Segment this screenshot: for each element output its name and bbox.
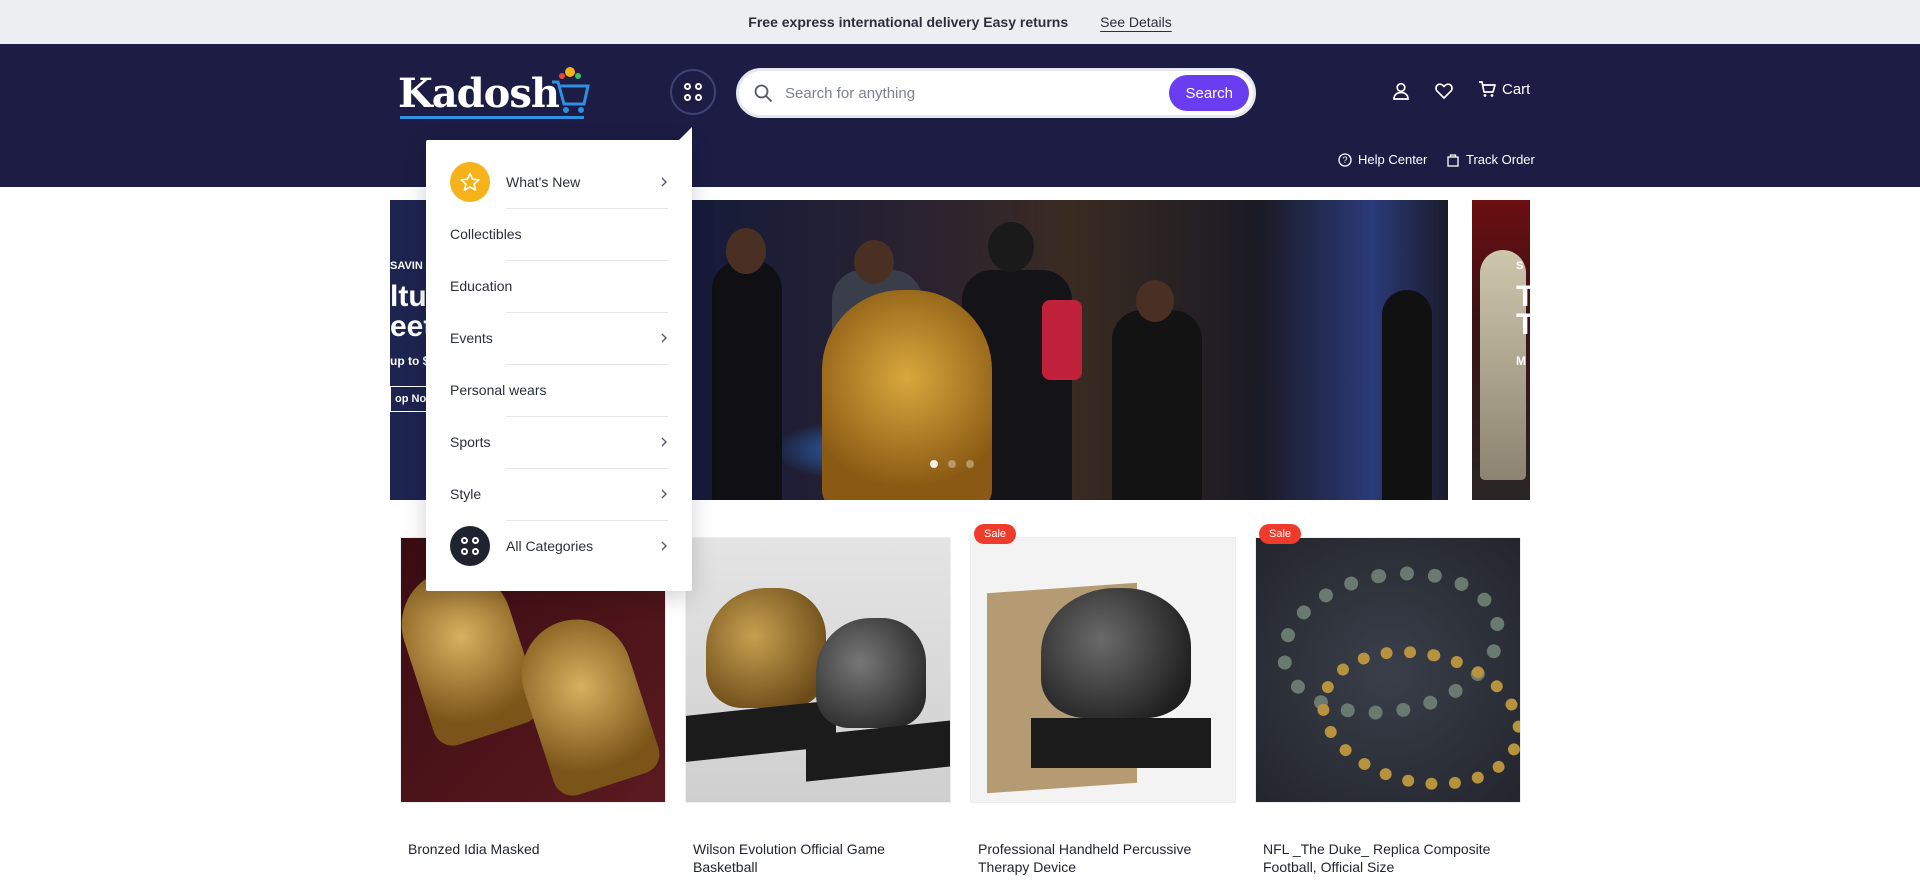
search-bar: Search xyxy=(736,68,1256,118)
sale-badge: Sale xyxy=(974,524,1017,544)
star-icon xyxy=(450,162,490,202)
carousel-dot[interactable] xyxy=(930,460,938,468)
menu-item-label: Personal wears xyxy=(450,382,547,398)
site-header: Kadosh Search Cart xyxy=(0,44,1920,187)
cart-link[interactable]: Cart xyxy=(1478,80,1530,98)
menu-item-label: All Categories xyxy=(506,538,594,554)
product-title[interactable]: Wilson Evolution Official Game Basketbal… xyxy=(685,840,951,876)
carousel-dot[interactable] xyxy=(966,460,974,468)
menu-item-label: Sports xyxy=(450,434,491,450)
hero-slide-next[interactable]: S T T M xyxy=(1472,200,1530,500)
hero-figure-head xyxy=(854,240,894,284)
menu-item-all-categories[interactable]: All Categories xyxy=(450,520,668,572)
menu-item-label: Education xyxy=(450,278,513,294)
product-card[interactable]: Sale NFL _The Duke_ Replica Composite Fo… xyxy=(1255,524,1521,876)
category-dropdown-menu: What's New Collectibles Education Events… xyxy=(426,127,692,591)
categories-menu-button[interactable] xyxy=(670,69,716,115)
chevron-right-icon xyxy=(661,541,667,551)
menu-item-events[interactable]: Events xyxy=(450,312,668,364)
package-icon xyxy=(1447,153,1459,167)
hero-right-heading-2: T xyxy=(1516,308,1530,341)
menu-item-sports[interactable]: Sports xyxy=(450,416,668,468)
hero-figure xyxy=(1112,310,1202,500)
logo[interactable]: Kadosh xyxy=(398,66,590,120)
bronze-mask-sculpture xyxy=(822,290,992,500)
grid-icon xyxy=(450,526,490,566)
chevron-right-icon xyxy=(661,177,667,187)
search-icon xyxy=(754,84,772,102)
hero-left-subtext: up to $ xyxy=(390,354,430,368)
search-input[interactable] xyxy=(785,84,1170,102)
promo-text: Free express international delivery Easy… xyxy=(748,14,1069,30)
product-image[interactable] xyxy=(685,537,951,803)
carousel-dot[interactable] xyxy=(948,460,956,468)
hero-jacket-sleeve xyxy=(1042,300,1082,380)
chevron-right-icon xyxy=(661,489,667,499)
cart-label: Cart xyxy=(1502,80,1531,98)
announcement-bar: Free express international delivery Easy… xyxy=(0,0,1920,44)
product-image[interactable] xyxy=(970,537,1236,803)
menu-item-whats-new[interactable]: What's New xyxy=(450,156,668,208)
hero-figure-head xyxy=(1136,280,1174,322)
search-button[interactable]: Search xyxy=(1169,75,1249,111)
menu-item-label: Events xyxy=(450,330,493,346)
hero-figure xyxy=(1382,290,1432,500)
help-center-link[interactable]: ? Help Center xyxy=(1338,152,1427,167)
menu-item-education[interactable]: Education xyxy=(450,260,668,312)
hero-figure xyxy=(712,260,782,500)
hero-figure-head xyxy=(726,228,766,274)
svg-text:?: ? xyxy=(1342,155,1347,165)
menu-item-label: What's New xyxy=(506,174,581,190)
help-center-label: Help Center xyxy=(1358,152,1428,167)
help-icon: ? xyxy=(1338,152,1352,167)
carousel-dots xyxy=(930,460,974,468)
menu-item-style[interactable]: Style xyxy=(450,468,668,520)
hero-slide-active[interactable] xyxy=(692,200,1448,500)
product-title[interactable]: NFL _The Duke_ Replica Composite Footbal… xyxy=(1255,840,1521,876)
account-icon[interactable] xyxy=(1391,81,1411,101)
sale-badge: Sale xyxy=(1259,524,1302,544)
track-order-link[interactable]: Track Order xyxy=(1446,152,1535,167)
wishlist-heart-icon[interactable] xyxy=(1434,81,1454,101)
chevron-right-icon xyxy=(661,333,667,343)
hero-left-kicker: SAVIN xyxy=(390,260,423,272)
hero-figure-cap xyxy=(988,222,1034,272)
logo-cart-icon xyxy=(552,67,590,113)
menu-item-personal-wears[interactable]: Personal wears xyxy=(450,364,668,416)
hero-right-subtext: M xyxy=(1516,354,1526,368)
menu-item-label: Collectibles xyxy=(450,226,522,242)
cart-icon xyxy=(1479,81,1496,97)
product-image[interactable] xyxy=(1255,537,1521,803)
menu-item-collectibles[interactable]: Collectibles xyxy=(450,208,668,260)
track-order-label: Track Order xyxy=(1466,152,1535,167)
product-card[interactable]: Wilson Evolution Official Game Basketbal… xyxy=(685,537,951,876)
product-title[interactable]: Bronzed Idia Masked xyxy=(400,840,666,858)
product-title[interactable]: Professional Handheld Percussive Therapy… xyxy=(970,840,1236,876)
see-details-link[interactable]: See Details xyxy=(1100,14,1172,30)
hero-right-kicker: S xyxy=(1516,260,1524,272)
menu-item-label: Style xyxy=(450,486,482,502)
grid-icon xyxy=(684,83,702,101)
product-card[interactable]: Sale Professional Handheld Percussive Th… xyxy=(970,524,1236,876)
logo-text: Kadosh xyxy=(398,70,560,117)
chevron-right-icon xyxy=(661,437,667,447)
